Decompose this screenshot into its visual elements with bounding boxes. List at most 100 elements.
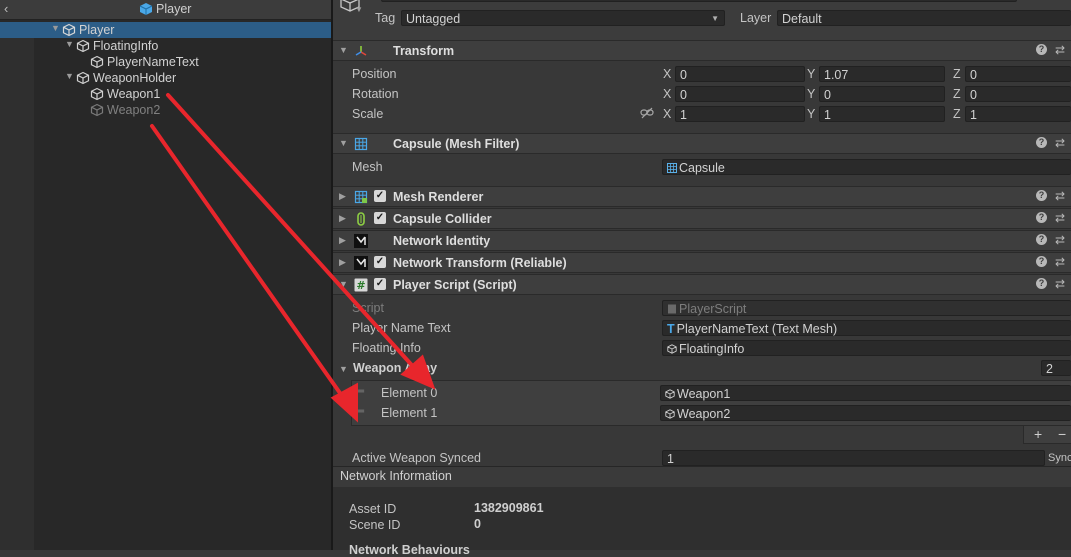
position-x-field[interactable]: 0 — [675, 66, 805, 82]
drag-handle-icon[interactable]: ═ — [357, 386, 364, 397]
player-name-text-field[interactable]: T PlayerNameText (Text Mesh) — [662, 320, 1071, 336]
scale-y-field[interactable]: 1 — [819, 106, 945, 122]
hierarchy-item-player[interactable]: ▼ Player — [0, 22, 331, 38]
help-icon[interactable]: ? — [1036, 137, 1047, 148]
mesh-object-field[interactable]: Capsule — [662, 159, 1071, 175]
settings-icon[interactable]: ⇄ — [1055, 277, 1065, 291]
enabled-checkbox[interactable]: ✓ — [374, 256, 386, 268]
fold-arrow-icon[interactable]: ▼ — [65, 71, 74, 81]
transform-component-header[interactable]: ▼ Transform ? ⇄ — [333, 40, 1071, 61]
layer-dropdown[interactable]: Default — [777, 10, 1071, 26]
hierarchy-item-weapon1[interactable]: Weapon1 — [0, 86, 331, 102]
help-icon[interactable]: ? — [1036, 44, 1047, 55]
hierarchy-title: Player — [156, 2, 192, 16]
rotation-y-field[interactable]: 0 — [819, 86, 945, 102]
help-icon[interactable]: ? — [1036, 278, 1047, 289]
component-title: Capsule Collider — [393, 212, 492, 226]
mesh-renderer-component-header[interactable]: ▶ ✓ Mesh Renderer ? ⇄ — [333, 186, 1071, 207]
fold-arrow-icon[interactable]: ▼ — [65, 39, 74, 49]
fold-arrow-icon[interactable]: ▼ — [51, 23, 60, 33]
settings-icon[interactable]: ⇄ — [1055, 43, 1065, 57]
player-name-text-label: Player Name Text — [352, 321, 451, 335]
help-icon[interactable]: ? — [1036, 234, 1047, 245]
settings-icon[interactable]: ⇄ — [1055, 136, 1065, 150]
position-z-field[interactable]: 0 — [965, 66, 1071, 82]
fold-arrow-right-icon[interactable]: ▶ — [339, 235, 346, 246]
chevron-down-icon: ▼ — [711, 14, 719, 23]
network-information-header: Network Information — [333, 466, 1071, 488]
hierarchy-item-weaponholder[interactable]: ▼ WeaponHolder — [0, 70, 331, 86]
scale-label: Scale — [352, 107, 384, 121]
enabled-checkbox[interactable]: ✓ — [374, 212, 386, 224]
mesh-grid-icon — [354, 137, 368, 151]
drag-handle-icon[interactable]: ═ — [357, 406, 364, 417]
position-y-field[interactable]: 1.07 — [819, 66, 945, 82]
settings-icon[interactable]: ⇄ — [1055, 189, 1065, 203]
hierarchy-item-weapon2[interactable]: Weapon2 — [0, 102, 331, 118]
hierarchy-item-label: Weapon1 — [107, 87, 161, 101]
hierarchy-item-playernametext[interactable]: PlayerNameText — [0, 54, 331, 70]
remove-element-button[interactable]: − — [1058, 426, 1066, 442]
gameobject-cube-icon — [90, 103, 104, 117]
list-item[interactable]: ═ Element 0 Weapon1 — [351, 384, 1071, 402]
svg-text:#: # — [356, 279, 365, 292]
weapon-array-size-field[interactable]: 2 — [1041, 360, 1071, 376]
player-script-component-header[interactable]: ▼ # ✓ Player Script (Script) ? ⇄ — [333, 274, 1071, 295]
object-name-field[interactable] — [381, 0, 1017, 2]
settings-icon[interactable]: ⇄ — [1055, 233, 1065, 247]
element-label: Element 1 — [381, 406, 438, 420]
fold-arrow-icon[interactable]: ▼ — [339, 279, 348, 289]
hierarchy-item-floatinginfo[interactable]: ▼ FloatingInfo — [0, 38, 331, 54]
icon-dropdown-icon[interactable]: ▼ — [355, 5, 363, 14]
rotation-label: Rotation — [352, 87, 399, 101]
mesh-filter-component-header[interactable]: ▼ Capsule (Mesh Filter) ? ⇄ — [333, 133, 1071, 154]
active-weapon-synced-label: Active Weapon Synced — [352, 451, 482, 465]
add-element-button[interactable]: + — [1034, 426, 1042, 442]
element-0-object-field[interactable]: Weapon1 — [660, 385, 1071, 401]
mesh-renderer-icon — [354, 190, 368, 204]
script-object-field: PlayerScript — [662, 300, 1071, 316]
enabled-checkbox[interactable]: ✓ — [374, 190, 386, 202]
sync-label: Sync — [1048, 452, 1071, 464]
floating-info-field[interactable]: FloatingInfo — [662, 340, 1071, 356]
back-chevron-icon[interactable]: ‹ — [4, 1, 8, 16]
component-title: Capsule (Mesh Filter) — [393, 137, 520, 151]
active-weapon-synced-field[interactable]: 1 — [662, 450, 1045, 466]
layer-value: Default — [782, 12, 822, 26]
gameobject-cube-icon — [62, 23, 76, 37]
element-label: Element 0 — [381, 386, 438, 400]
enabled-checkbox[interactable]: ✓ — [374, 278, 386, 290]
scale-z-field[interactable]: 1 — [965, 106, 1071, 122]
capsule-collider-component-header[interactable]: ▶ ✓ Capsule Collider ? ⇄ — [333, 208, 1071, 229]
fold-arrow-right-icon[interactable]: ▶ — [339, 213, 346, 224]
gameobject-cube-icon — [76, 39, 90, 53]
network-behaviours-label: Network Behaviours — [349, 543, 470, 557]
layer-label: Layer — [740, 11, 772, 25]
fold-arrow-right-icon[interactable]: ▶ — [339, 257, 346, 268]
fold-arrow-icon[interactable]: ▼ — [339, 364, 348, 374]
element-1-object-field[interactable]: Weapon2 — [660, 405, 1071, 421]
network-transform-component-header[interactable]: ▶ ✓ Network Transform (Reliable) ? ⇄ — [333, 252, 1071, 273]
settings-icon[interactable]: ⇄ — [1055, 255, 1065, 269]
hierarchy-panel: ‹ Player ▼ Player ▼ FloatingInfo PlayerN… — [0, 0, 331, 550]
list-footer: + − — [1023, 426, 1071, 444]
hierarchy-item-label: PlayerNameText — [107, 55, 199, 69]
help-icon[interactable]: ? — [1036, 190, 1047, 201]
rotation-z-field[interactable]: 0 — [965, 86, 1071, 102]
fold-arrow-icon[interactable]: ▼ — [339, 138, 348, 148]
fold-arrow-right-icon[interactable]: ▶ — [339, 191, 346, 202]
fold-arrow-icon[interactable]: ▼ — [339, 45, 348, 55]
settings-icon[interactable]: ⇄ — [1055, 211, 1065, 225]
help-icon[interactable]: ? — [1036, 256, 1047, 267]
list-item[interactable]: ═ Element 1 Weapon2 — [351, 404, 1071, 422]
rotation-x-field[interactable]: 0 — [675, 86, 805, 102]
floating-info-value: FloatingInfo — [679, 342, 745, 356]
network-identity-component-header[interactable]: ▶ Network Identity ? ⇄ — [333, 230, 1071, 251]
tag-dropdown[interactable]: Untagged ▼ — [401, 10, 725, 26]
axis-z-label: Z — [953, 67, 961, 81]
help-icon[interactable]: ? — [1036, 212, 1047, 223]
weapon-array-label[interactable]: Weapon Array — [353, 361, 437, 375]
scale-x-field[interactable]: 1 — [675, 106, 805, 122]
constrain-link-icon[interactable] — [640, 107, 654, 119]
mesh-grid-icon — [667, 163, 677, 173]
